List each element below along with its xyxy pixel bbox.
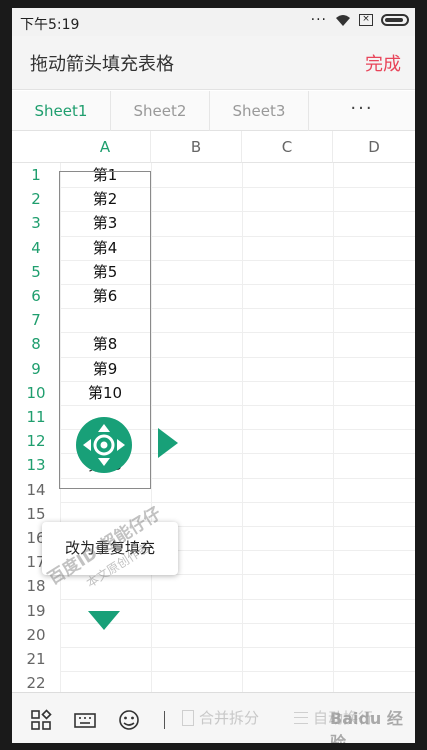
row-header-21[interactable]: 21 [12,647,60,671]
row-header-8[interactable]: 8 [12,332,60,356]
app-screen: 下午5:19 ··· × 拖动箭头填充表格 完成 Sheet1 Sheet2 S… [12,8,415,743]
row-header-1[interactable]: 1 [12,163,60,187]
column-header-d[interactable]: D [333,131,415,163]
tab-sheet1[interactable]: Sheet1 [12,91,111,131]
keyboard-icon[interactable] [74,709,96,731]
apps-grid-icon[interactable] [30,709,52,731]
row-header-14[interactable]: 14 [12,478,60,502]
baidu-watermark: Baidu 经验 [330,709,403,743]
bottom-toolbar: 合并拆分 自动换行 Baidu 经验 [12,692,415,743]
wifi-icon [336,14,350,26]
row-header-10[interactable]: 10 [12,381,60,405]
grid-line [60,671,415,673]
row-header-7[interactable]: 7 [12,308,60,332]
more-options-icon[interactable]: ··· [309,91,415,131]
title-bar: 拖动箭头填充表格 完成 [12,36,415,90]
sim-off-icon: × [359,14,373,26]
triangle-down-icon[interactable] [88,609,120,631]
row-header-9[interactable]: 9 [12,357,60,381]
tab-sheet2[interactable]: Sheet2 [111,91,210,131]
status-bar: 下午5:19 ··· × [12,8,415,36]
column-header-b[interactable]: B [151,131,242,163]
corner-cell [12,131,60,163]
row-header-11[interactable]: 11 [12,405,60,429]
merge-icon [182,709,194,726]
row-header-19[interactable]: 19 [12,599,60,623]
done-button[interactable]: 完成 [365,50,401,76]
status-more-icon: ··· [310,12,327,28]
tab-sheet3[interactable]: Sheet3 [210,91,309,131]
status-time: 下午5:19 [20,17,80,33]
grid-line [60,598,415,600]
wrap-icon [294,711,308,724]
grid-line [60,501,415,503]
row-header-13[interactable]: 13 [12,453,60,477]
row-header-2[interactable]: 2 [12,187,60,211]
column-header-a[interactable]: A [60,131,151,163]
column-header-c[interactable]: C [242,131,333,163]
merge-split-label: 合并拆分 [199,709,260,727]
row-header-4[interactable]: 4 [12,236,60,260]
spreadsheet-grid[interactable]: A B C D 1 第1 2 第2 3 第3 4 第4 5 第5 6 第6 7 8 第8 9 第9 10 第10 11… [12,131,415,697]
merge-split-button[interactable]: 合并拆分 [182,707,259,728]
status-icons: ··· × [311,13,409,27]
sheet-tabs: Sheet1 Sheet2 Sheet3 ··· [12,91,415,131]
triangle-right-icon[interactable] [156,428,180,458]
page-title: 拖动箭头填充表格 [30,54,174,75]
move-arrows-icon[interactable] [76,417,132,473]
emoji-icon[interactable] [118,709,140,731]
toolbar-divider [164,711,165,729]
grid-line [60,647,415,648]
row-header-6[interactable]: 6 [12,284,60,308]
row-header-20[interactable]: 20 [12,623,60,647]
row-header-12[interactable]: 12 [12,429,60,453]
row-header-3[interactable]: 3 [12,211,60,235]
row-header-5[interactable]: 5 [12,260,60,284]
battery-icon [381,14,409,26]
